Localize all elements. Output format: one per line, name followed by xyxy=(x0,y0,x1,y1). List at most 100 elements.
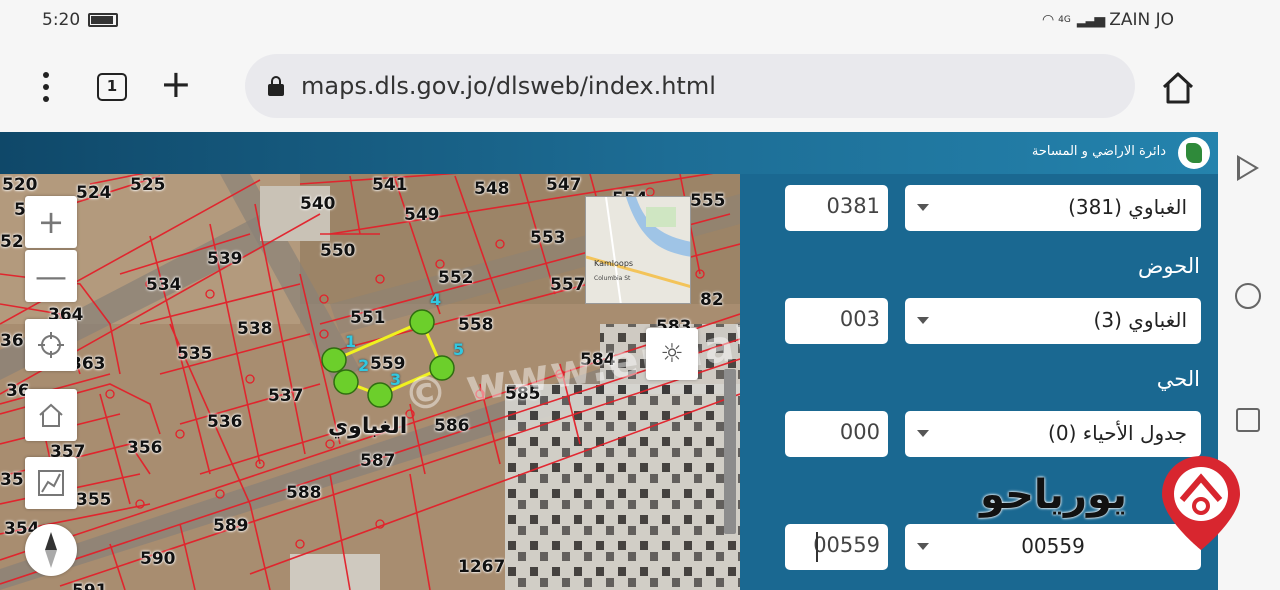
neighborhood-selected-value: جدول الأحياء (0) xyxy=(1048,421,1187,445)
tabs-button[interactable]: 1 xyxy=(97,73,127,101)
vertex-marker-4 xyxy=(409,309,435,335)
zoom-out-icon: — xyxy=(35,257,67,295)
overview-map-graphic xyxy=(586,197,690,303)
neighborhood-code-input[interactable]: 000 xyxy=(785,411,888,457)
vertex-marker-1 xyxy=(321,347,347,373)
parcel-label[interactable]: 589 xyxy=(213,516,249,536)
parcel-label[interactable]: 540 xyxy=(300,194,336,214)
address-bar[interactable]: maps.dls.gov.jo/dlsweb/index.html xyxy=(245,54,1135,118)
parcel-label[interactable]: 548 xyxy=(474,179,510,199)
home-icon[interactable] xyxy=(1160,70,1196,106)
menu-icon[interactable] xyxy=(34,72,58,102)
parcel-label[interactable]: 535 xyxy=(177,344,213,364)
parcel-label[interactable]: 555 xyxy=(690,191,726,211)
battery-icon xyxy=(88,13,118,27)
village-select[interactable]: الغباوي (381) xyxy=(905,185,1201,231)
screen: 5:20 ◠ 4G ▂▃▅ ZAIN JO 1 + maps.dls.gov.j… xyxy=(0,0,1280,590)
compass-icon xyxy=(45,532,57,568)
zoom-in-icon: + xyxy=(37,203,65,241)
parcel-label[interactable]: 553 xyxy=(530,228,566,248)
vertex-number-label: 4 xyxy=(430,290,442,309)
zoom-out-button[interactable]: — xyxy=(25,250,77,302)
basin-code-input[interactable]: 003 xyxy=(785,298,888,344)
parcel-label[interactable]: 538 xyxy=(237,319,273,339)
parcel-label[interactable]: 82 xyxy=(700,290,724,310)
brightness-button[interactable]: ☼ xyxy=(646,328,698,380)
parcel-label[interactable]: 558 xyxy=(458,315,494,335)
parcel-label[interactable]: 587 xyxy=(360,451,396,471)
parcel-code-input[interactable]: 00559 xyxy=(785,524,888,570)
brand-text: يورياحو xyxy=(980,472,1128,518)
lock-icon xyxy=(268,76,284,96)
overview-place-label: Kamloops xyxy=(594,259,634,268)
nav-home-icon[interactable] xyxy=(1235,283,1261,309)
compass-button[interactable] xyxy=(25,524,77,576)
measure-icon xyxy=(38,470,64,496)
overview-map[interactable]: Kamloops Columbia St xyxy=(585,196,691,304)
vertex-marker-3 xyxy=(367,382,393,408)
parcel-label[interactable]: 550 xyxy=(320,241,356,261)
village-selected-value: الغباوي (381) xyxy=(1068,195,1187,219)
parcel-label[interactable]: 520 xyxy=(2,175,38,195)
parcel-label[interactable]: 534 xyxy=(146,275,182,295)
parcel-label[interactable]: 552 xyxy=(438,268,474,288)
parcel-label[interactable]: 1267 xyxy=(458,557,505,577)
basin-select[interactable]: الغباوي (3) xyxy=(905,298,1201,344)
text-cursor xyxy=(816,532,818,562)
parcel-code-value: 00559 xyxy=(813,533,880,557)
parcel-label[interactable]: 557 xyxy=(550,275,586,295)
parcel-label[interactable]: 541 xyxy=(372,175,408,195)
parcel-label[interactable]: 536 xyxy=(207,412,243,432)
neighborhood-select[interactable]: جدول الأحياء (0) xyxy=(905,411,1201,457)
url-text[interactable]: maps.dls.gov.jo/dlsweb/index.html xyxy=(301,72,716,100)
parcel-label[interactable]: 547 xyxy=(546,175,582,195)
map-view[interactable]: 5205245255415485475545555405495525505535… xyxy=(0,174,740,590)
dropdown-arrow-icon xyxy=(917,204,929,211)
neighborhood-label: الحي xyxy=(1156,367,1200,391)
wifi-signal-icon: ◠ xyxy=(1041,12,1054,28)
parcel-label[interactable]: 551 xyxy=(350,308,386,328)
measure-button[interactable] xyxy=(25,457,77,509)
parcel-label[interactable]: 549 xyxy=(404,205,440,225)
parcel-label[interactable]: 356 xyxy=(127,438,163,458)
parcel-label[interactable]: 35 xyxy=(0,470,24,490)
vertex-number-label: 2 xyxy=(358,356,370,375)
brand-pin-icon xyxy=(1162,456,1240,550)
crosshair-icon xyxy=(38,332,64,358)
parcel-label[interactable]: 586 xyxy=(434,416,470,436)
carrier-name: ZAIN JO xyxy=(1109,10,1174,30)
status-bar: 5:20 ◠ 4G ▂▃▅ ZAIN JO xyxy=(0,0,1218,40)
locate-button[interactable] xyxy=(25,319,77,371)
network-type: 4G xyxy=(1058,15,1071,25)
map-scrollbar[interactable] xyxy=(724,369,736,534)
overview-street-label: Columbia St xyxy=(594,275,631,282)
new-tab-icon[interactable]: + xyxy=(160,64,192,104)
vertex-number-label: 5 xyxy=(453,340,465,359)
parcel-label[interactable]: 591 xyxy=(72,581,108,590)
basin-row: 003 الغباوي (3) xyxy=(785,298,1203,344)
basin-selected-value: الغباوي (3) xyxy=(1093,308,1187,332)
sun-icon: ☼ xyxy=(660,339,684,369)
status-time: 5:20 xyxy=(42,10,81,30)
parcel-label[interactable]: 539 xyxy=(207,249,243,269)
zoom-in-button[interactable]: + xyxy=(25,196,77,248)
parcel-label[interactable]: 590 xyxy=(140,549,176,569)
parcel-label[interactable]: 355 xyxy=(76,490,112,510)
parcel-label[interactable]: 525 xyxy=(130,175,166,195)
parcel-label[interactable]: 588 xyxy=(286,483,322,503)
brand-watermark: يورياحو xyxy=(980,454,1245,552)
village-row: 0381 الغباوي (381) xyxy=(785,185,1203,231)
village-code-input[interactable]: 0381 xyxy=(785,185,888,231)
parcel-label[interactable]: 52 xyxy=(0,232,24,252)
parcel-label[interactable]: 524 xyxy=(76,183,112,203)
parcel-label[interactable]: 537 xyxy=(268,386,304,406)
site-header: دائرة الاراضي و المساحة xyxy=(0,132,1218,174)
home-extent-button[interactable] xyxy=(25,389,77,441)
parcel-label[interactable]: 36 xyxy=(0,331,24,351)
department-logo xyxy=(1178,137,1210,169)
vertex-number-label: 1 xyxy=(345,332,357,351)
nav-back-icon[interactable] xyxy=(1237,155,1259,181)
basin-label: الحوض xyxy=(1137,254,1200,278)
nav-recent-apps-icon[interactable] xyxy=(1236,408,1260,432)
dropdown-arrow-icon xyxy=(917,317,929,324)
